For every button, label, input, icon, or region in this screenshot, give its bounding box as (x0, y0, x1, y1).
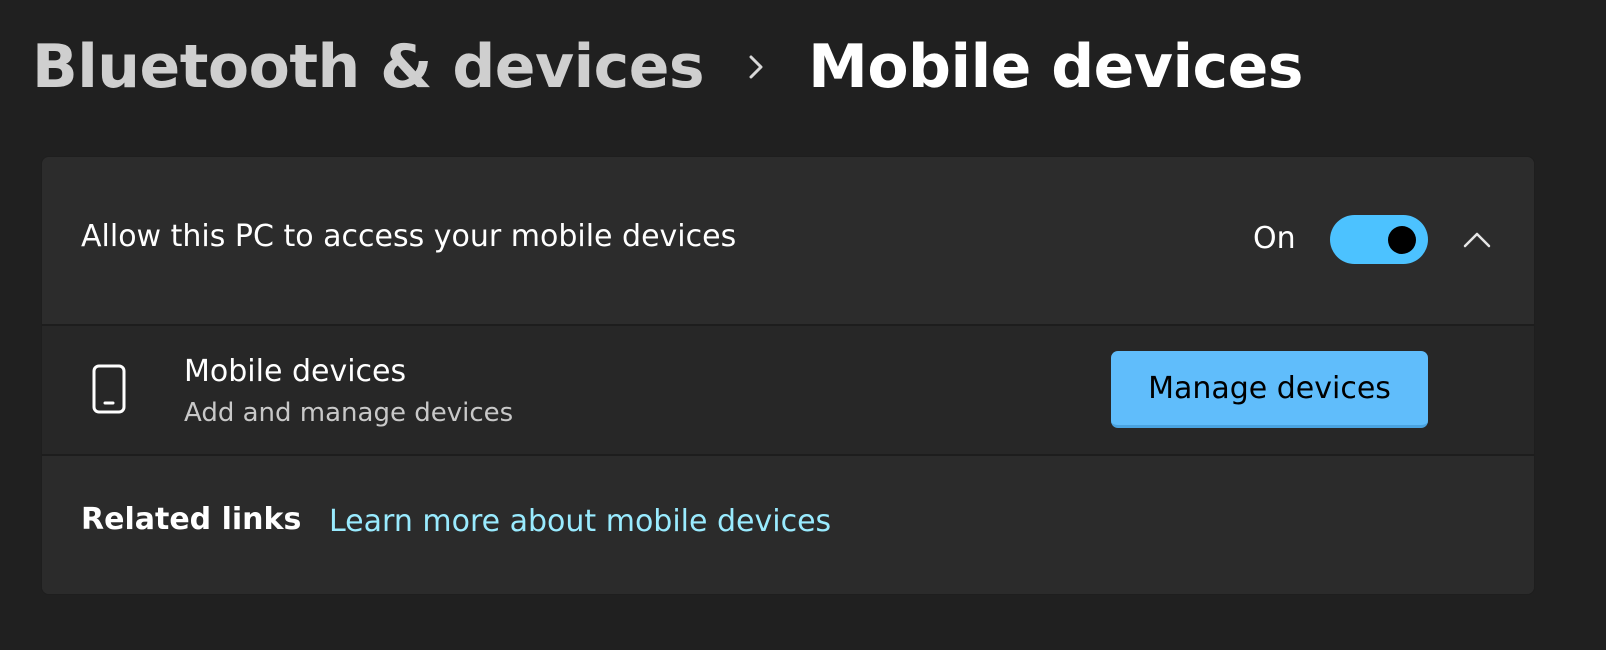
breadcrumb: Bluetooth & devices Mobile devices (32, 22, 1304, 112)
phone-icon (91, 363, 127, 415)
breadcrumb-parent-link[interactable]: Bluetooth & devices (32, 32, 705, 102)
access-toggle[interactable] (1330, 215, 1428, 264)
access-setting-label: Allow this PC to access your mobile devi… (81, 219, 737, 254)
manage-devices-button[interactable]: Manage devices (1111, 351, 1428, 428)
mobile-devices-row: Mobile devices Add and manage devices Ma… (42, 326, 1534, 454)
settings-page: Bluetooth & devices Mobile devices Allow… (0, 0, 1606, 650)
mobile-devices-title: Mobile devices (184, 354, 407, 389)
access-setting-row[interactable]: Allow this PC to access your mobile devi… (42, 157, 1534, 324)
toggle-knob (1388, 226, 1416, 254)
page-title: Mobile devices (808, 32, 1304, 102)
chevron-right-icon (704, 37, 808, 97)
mobile-devices-subtitle: Add and manage devices (184, 398, 514, 428)
learn-more-link[interactable]: Learn more about mobile devices (329, 504, 831, 539)
toggle-state-label: On (1253, 221, 1296, 256)
related-links-label: Related links (81, 502, 302, 537)
mobile-devices-card: Allow this PC to access your mobile devi… (41, 156, 1535, 595)
chevron-up-icon[interactable] (1456, 219, 1498, 261)
related-links-row: Related links Learn more about mobile de… (42, 456, 1534, 594)
